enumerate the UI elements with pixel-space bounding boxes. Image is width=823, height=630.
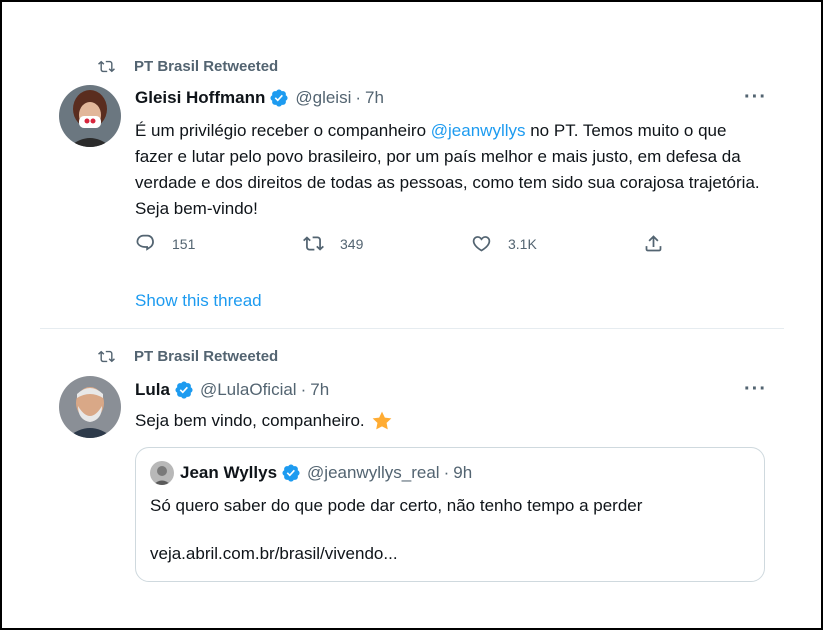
- retweet-indicator: PT Brasil Retweeted: [98, 348, 278, 365]
- author-name[interactable]: Gleisi Hoffmann: [135, 88, 265, 108]
- retweet-icon: [98, 350, 115, 363]
- tweet-text-part1: É um privilégio receber o companheiro: [135, 121, 431, 140]
- author-handle[interactable]: @LulaOficial: [200, 380, 297, 400]
- author-handle[interactable]: @gleisi: [295, 88, 351, 108]
- show-thread-link[interactable]: Show this thread: [135, 291, 262, 311]
- reply-button[interactable]: 151: [135, 233, 303, 254]
- retweet-icon: [98, 60, 115, 73]
- quoted-tweet[interactable]: Jean Wyllys @jeanwyllys_real · 9h Só que…: [135, 447, 765, 582]
- retweet-indicator: PT Brasil Retweeted: [98, 58, 278, 75]
- tweet-gleisi[interactable]: PT Brasil Retweeted Gleisi Hoffmann @gle…: [2, 2, 821, 327]
- quote-avatar[interactable]: [150, 461, 174, 485]
- separator-dot: ·: [355, 88, 362, 107]
- share-button[interactable]: [643, 233, 680, 254]
- tweet-text-content: Seja bem vindo, companheiro.: [135, 411, 365, 430]
- tweet-text: Seja bem vindo, companheiro.: [135, 408, 765, 434]
- verified-icon: [270, 89, 288, 107]
- tweet-text: É um privilégio receber o companheiro @j…: [135, 118, 765, 222]
- timeline-frame: PT Brasil Retweeted Gleisi Hoffmann @gle…: [0, 0, 823, 630]
- retweet-icon: [303, 236, 324, 251]
- avatar[interactable]: [59, 85, 121, 147]
- star-icon: [372, 411, 391, 430]
- tweet-time[interactable]: 7h: [310, 380, 329, 400]
- tweet-time[interactable]: 7h: [365, 88, 384, 108]
- separator-dot: ·: [300, 380, 307, 399]
- quote-author-name[interactable]: Jean Wyllys: [180, 463, 277, 483]
- verified-icon: [282, 464, 300, 482]
- mention-link[interactable]: @jeanwyllys: [431, 121, 526, 140]
- verified-icon: [175, 381, 193, 399]
- retweet-label[interactable]: PT Brasil Retweeted: [134, 58, 278, 75]
- separator-dot: ·: [443, 463, 450, 482]
- author-name[interactable]: Lula: [135, 380, 170, 400]
- reply-count: 151: [172, 235, 196, 252]
- share-icon: [645, 235, 662, 252]
- quote-text: Só quero saber do que pode dar certo, nã…: [150, 496, 643, 515]
- like-button[interactable]: 3.1K: [471, 233, 643, 254]
- more-icon[interactable]: ···: [744, 378, 767, 401]
- quote-time[interactable]: 9h: [453, 463, 472, 483]
- reply-icon: [136, 234, 154, 251]
- retweet-count: 349: [340, 235, 364, 252]
- quote-author-handle[interactable]: @jeanwyllys_real: [307, 463, 440, 483]
- like-icon: [472, 236, 491, 252]
- like-count: 3.1K: [508, 235, 537, 252]
- quote-link[interactable]: veja.abril.com.br/brasil/vivendo...: [150, 544, 398, 564]
- retweet-button[interactable]: 349: [303, 233, 471, 254]
- avatar[interactable]: [59, 376, 121, 438]
- retweet-label[interactable]: PT Brasil Retweeted: [134, 348, 278, 365]
- more-icon[interactable]: ···: [744, 86, 767, 109]
